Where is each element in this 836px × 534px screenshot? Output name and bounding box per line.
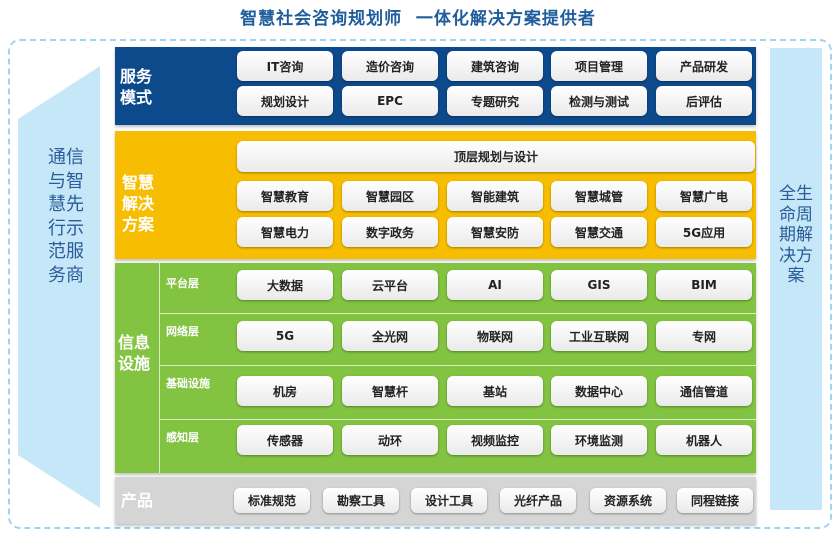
- infrastructure-item-box: AI: [447, 270, 543, 300]
- infrastructure-item-box: 云平台: [342, 270, 438, 300]
- service-item-box: EPC: [342, 86, 438, 116]
- service-item-box: 专题研究: [447, 86, 543, 116]
- layer-vertical-divider: [159, 263, 160, 473]
- infrastructure-item-box: 通信管道: [656, 376, 752, 406]
- left-banner-text: 通信与智慧先行示范服务商: [48, 147, 84, 286]
- product-item-box: 标准规范: [234, 488, 310, 513]
- smart-solution-box: 数字政务: [342, 217, 438, 247]
- infrastructure-item-box: 专网: [656, 321, 752, 351]
- layer-label: 网络层: [166, 325, 199, 338]
- smart-solution-box: 智慧园区: [342, 181, 438, 211]
- info-facilities-label: 信息设施: [118, 333, 151, 373]
- infrastructure-item-box: GIS: [551, 270, 647, 300]
- product-label: 产品: [121, 491, 154, 510]
- infrastructure-item-box: BIM: [656, 270, 752, 300]
- infrastructure-item-box: 环境监测: [551, 425, 647, 455]
- service-item-box: 建筑咨询: [447, 51, 543, 81]
- smart-solution-box: 5G应用: [656, 217, 752, 247]
- service-item-box: 产品研发: [656, 51, 752, 81]
- infrastructure-item-box: 动环: [342, 425, 438, 455]
- infrastructure-item-box: 传感器: [237, 425, 333, 455]
- right-banner-text: 全生命周期解决方案: [779, 184, 813, 286]
- infrastructure-item-box: 工业互联网: [551, 321, 647, 351]
- infrastructure-item-box: 大数据: [237, 270, 333, 300]
- layer-divider: [160, 365, 756, 366]
- smart-solutions-label: 智慧解决方案: [122, 173, 155, 234]
- service-item-box: 后评估: [656, 86, 752, 116]
- infrastructure-item-box: 基站: [447, 376, 543, 406]
- product-item-box: 勘察工具: [323, 488, 399, 513]
- service-label: 服务模式: [120, 67, 153, 107]
- smart-solution-box: 智慧城管: [551, 181, 647, 211]
- smart-solution-box: 智慧广电: [656, 181, 752, 211]
- layer-label: 基础设施: [166, 377, 210, 390]
- top-level-planning-box: 顶层规划与设计: [237, 141, 755, 172]
- infrastructure-item-box: 机房: [237, 376, 333, 406]
- smart-solution-box: 智慧教育: [237, 181, 333, 211]
- layer-divider: [160, 419, 756, 420]
- product-item-box: 光纤产品: [500, 488, 576, 513]
- infrastructure-item-box: 全光网: [342, 321, 438, 351]
- service-item-box: 项目管理: [551, 51, 647, 81]
- infrastructure-item-box: 物联网: [447, 321, 543, 351]
- layer-label: 感知层: [166, 431, 199, 444]
- infrastructure-item-box: 视频监控: [447, 425, 543, 455]
- smart-solution-box: 智慧电力: [237, 217, 333, 247]
- infrastructure-item-box: 数据中心: [551, 376, 647, 406]
- smart-solution-box: 智慧交通: [551, 217, 647, 247]
- smart-solution-box: 智能建筑: [447, 181, 543, 211]
- infrastructure-item-box: 智慧杆: [342, 376, 438, 406]
- service-item-box: 造价咨询: [342, 51, 438, 81]
- product-item-box: 资源系统: [590, 488, 666, 513]
- diagram-title: 智慧社会咨询规划师 一体化解决方案提供者: [240, 9, 596, 29]
- infrastructure-item-box: 机器人: [656, 425, 752, 455]
- left-banner: [18, 66, 100, 508]
- service-item-box: 规划设计: [237, 86, 333, 116]
- product-item-box: 设计工具: [411, 488, 487, 513]
- infrastructure-item-box: 5G: [237, 321, 333, 351]
- layer-divider: [160, 313, 756, 314]
- product-item-box: 同程链接: [677, 488, 753, 513]
- smart-solution-box: 智慧安防: [447, 217, 543, 247]
- layer-label: 平台层: [166, 277, 199, 290]
- service-item-box: IT咨询: [237, 51, 333, 81]
- service-item-box: 检测与测试: [551, 86, 647, 116]
